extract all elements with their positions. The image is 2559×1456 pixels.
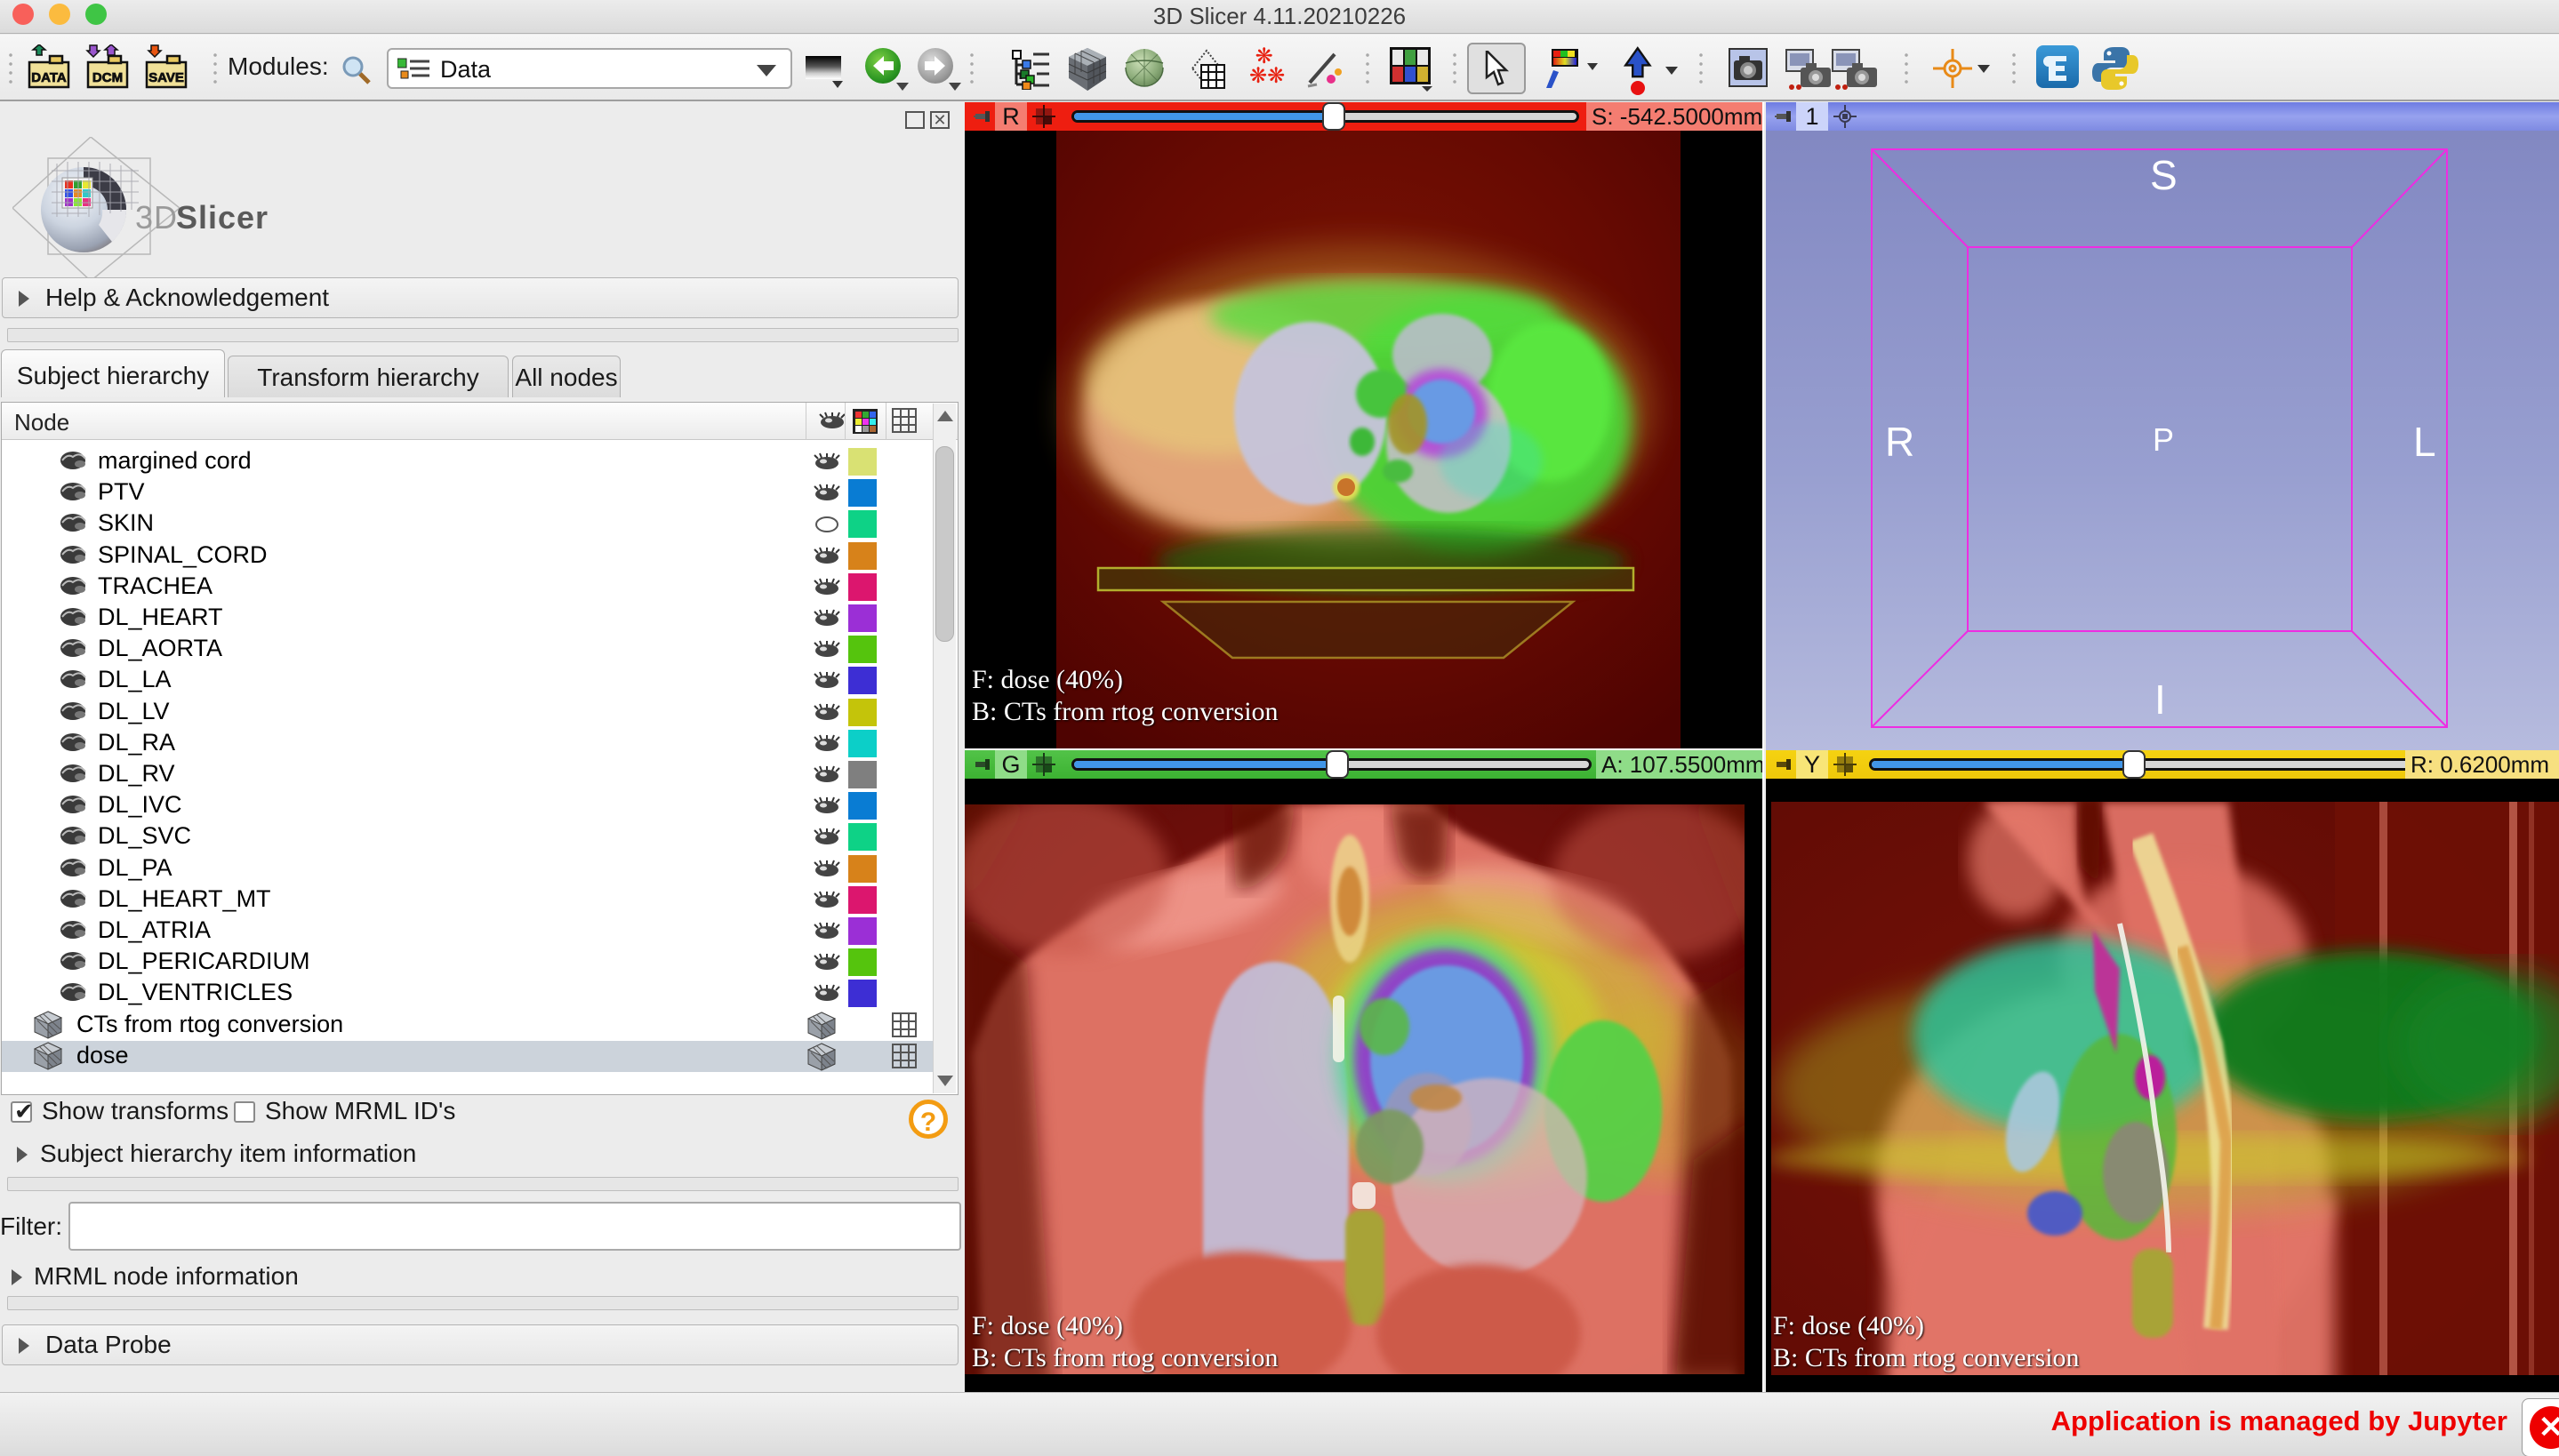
svg-text:P: P [2153,421,2174,458]
svg-text:Slicer: Slicer [176,199,269,236]
svg-text:I: I [2154,676,2166,723]
svg-text:S: S [2150,152,2178,198]
svg-text:DCM: DCM [92,70,123,85]
svg-text:SAVE: SAVE [148,70,184,85]
svg-text:DATA: DATA [31,70,67,85]
svg-text:3D: 3D [135,199,178,236]
svg-text:L: L [2413,419,2436,465]
svg-text:R: R [1885,419,1914,465]
